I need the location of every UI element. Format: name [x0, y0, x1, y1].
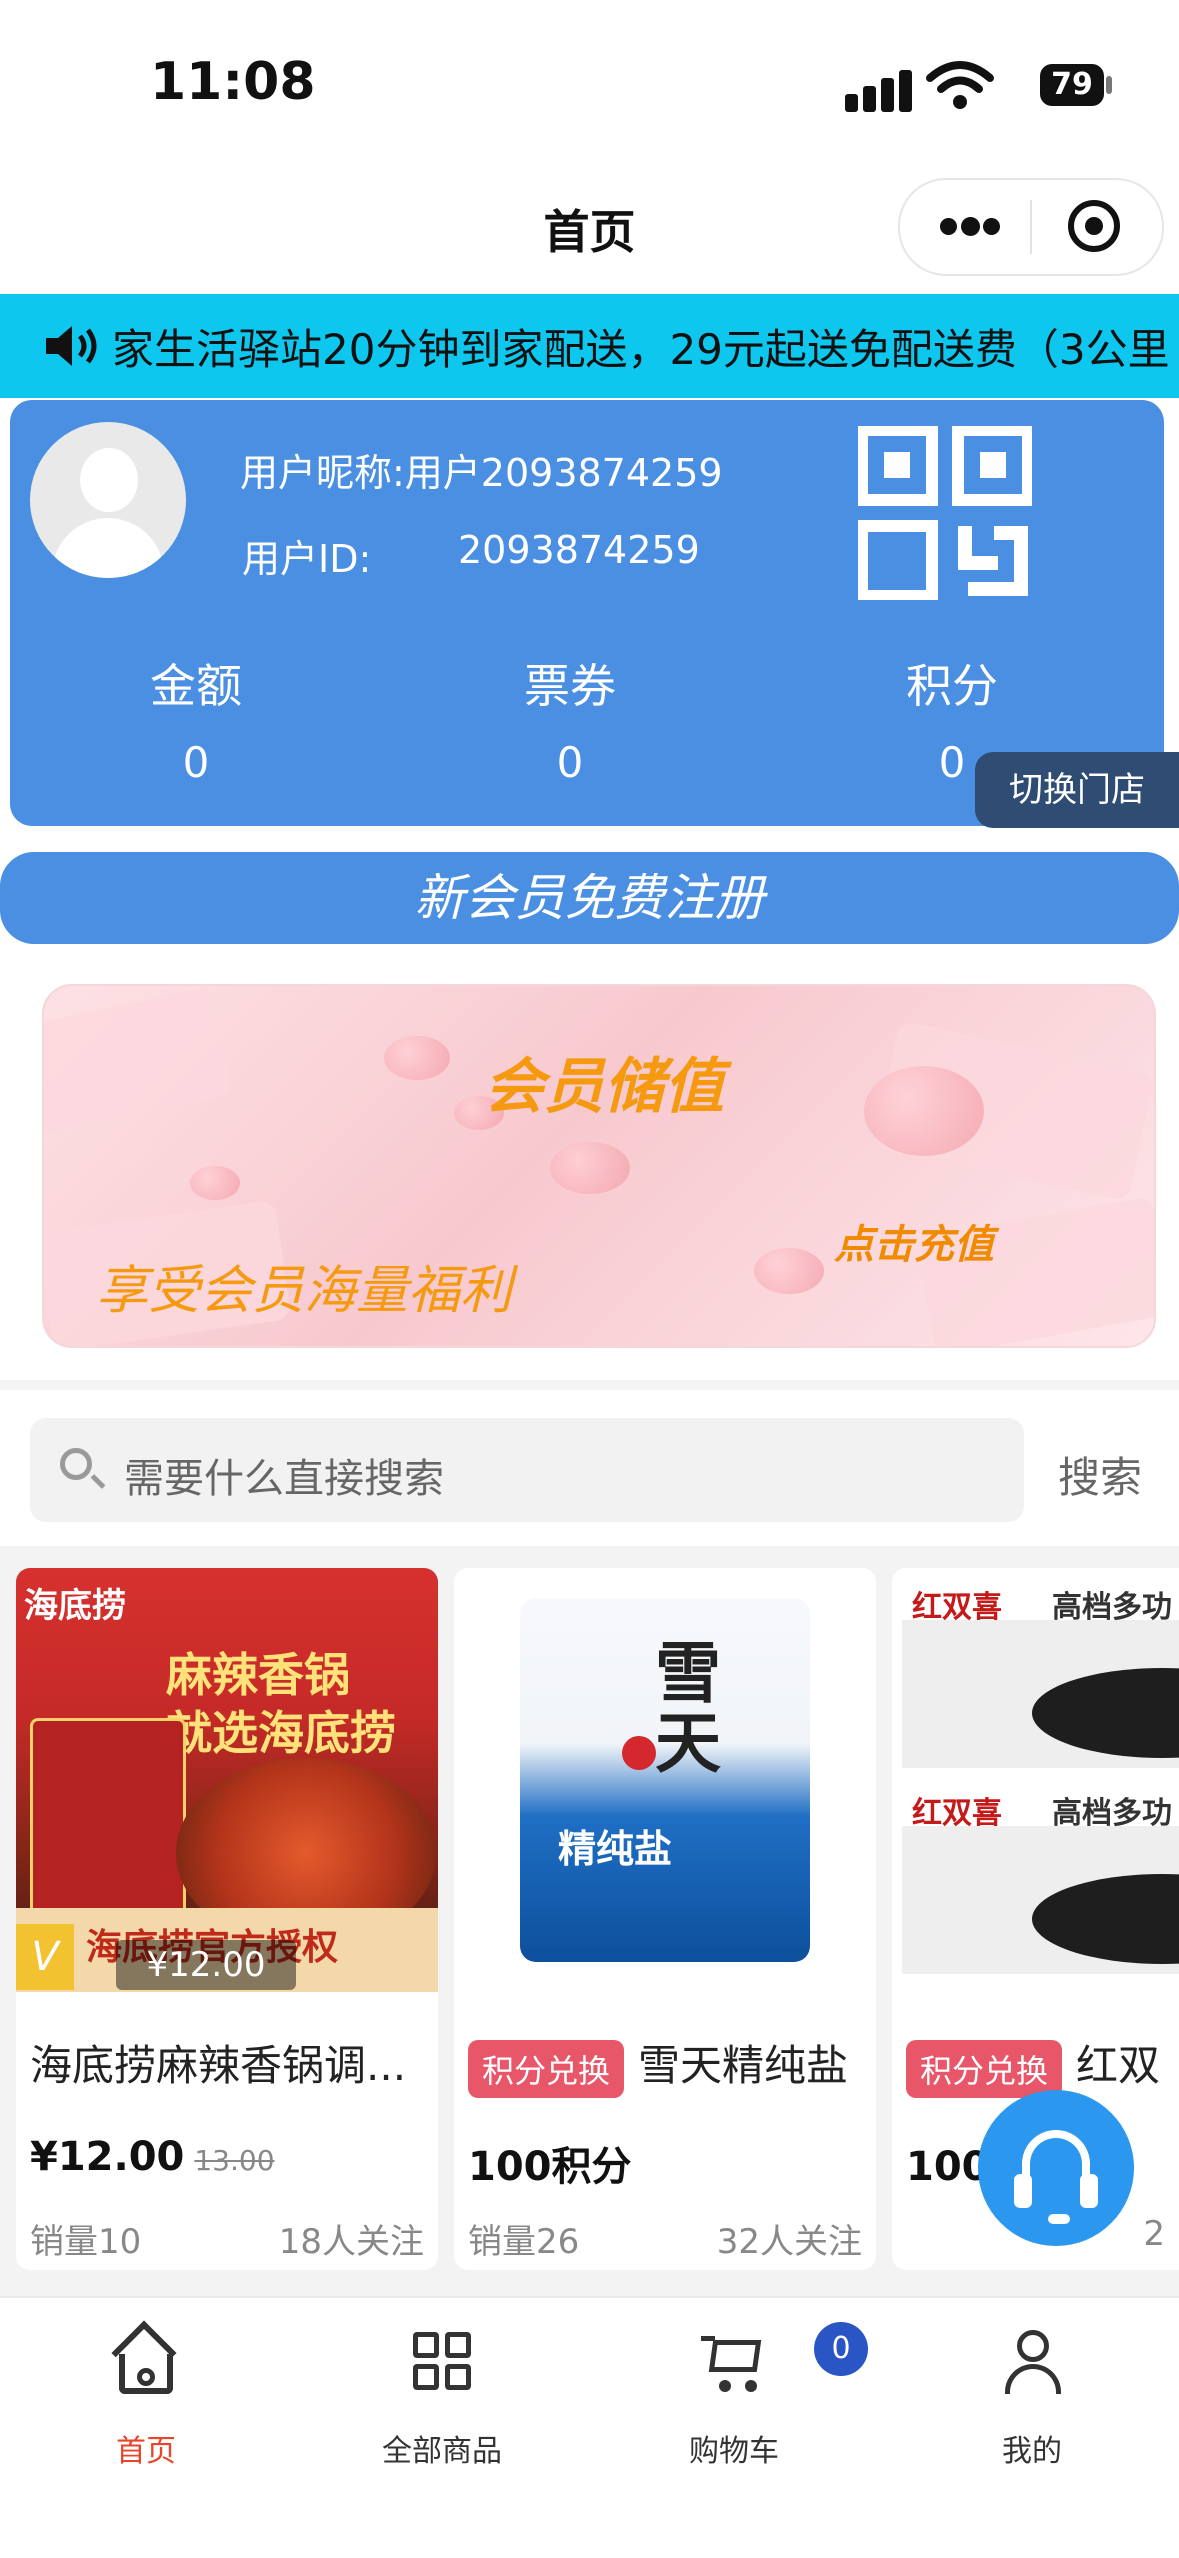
mini-program-capsule: [898, 178, 1164, 276]
switch-store-button[interactable]: 切换门店: [975, 752, 1179, 828]
qr-code-icon[interactable]: [858, 426, 1032, 600]
stat-label: 积分: [906, 659, 998, 713]
box-photo: 红双喜 高档多功: [902, 1784, 1179, 1974]
tab-mine[interactable]: 我的: [932, 2328, 1132, 2470]
close-miniprogram-icon[interactable]: [1068, 200, 1120, 252]
vip-badge: V: [16, 1924, 74, 1990]
avatar[interactable]: [30, 422, 186, 578]
image-slogan: 麻辣香锅 就选海底捞: [166, 1648, 396, 1760]
wifi-icon: [926, 61, 994, 109]
home-icon: [111, 2320, 179, 2394]
user-icon: [999, 2328, 1065, 2394]
search-placeholder: 需要什么直接搜索: [124, 1456, 444, 1502]
user-id-value: 2093874259: [458, 528, 700, 572]
grid-icon: [409, 2328, 475, 2394]
cart-count-badge: 0: [814, 2322, 868, 2376]
product-card[interactable]: 海底捞 麻辣香锅 就选海底捞 海底捞官方授权 V ¥12.00 海底捞麻辣香锅调.…: [16, 1568, 438, 2270]
product-card[interactable]: 雪天 精纯盐 积分兑换 雪天精纯盐 100积分 销量26 32人关注: [454, 1568, 876, 2270]
product-sales: 销量10: [30, 2222, 142, 2262]
price-overlay: ¥12.00: [116, 1940, 296, 1990]
stat-value: 0: [556, 738, 584, 787]
status-time: 11:08: [150, 52, 316, 112]
search-button[interactable]: 搜索: [1058, 1444, 1142, 1505]
product-package: [30, 1718, 186, 1924]
register-button[interactable]: 新会员免费注册: [0, 852, 1179, 944]
battery-icon: 79: [1040, 64, 1104, 106]
product-image: 雪天 精纯盐: [454, 1568, 876, 1992]
stat-label: 票券: [524, 659, 616, 713]
divider: [0, 1380, 1179, 1390]
search-input[interactable]: 需要什么直接搜索: [30, 1418, 1024, 1522]
product-name: 积分兑换 雪天精纯盐: [468, 2032, 848, 2098]
stat-label: 金额: [150, 659, 242, 713]
tab-all-products[interactable]: 全部商品: [342, 2328, 542, 2470]
points-exchange-tag: 积分兑换: [468, 2039, 625, 2098]
product-follow: 18人关注: [278, 2222, 424, 2262]
package-label: 精纯盐: [558, 1827, 673, 1871]
user-nickname: 用户昵称:用户2093874259: [240, 451, 723, 495]
tab-home[interactable]: 首页: [46, 2320, 246, 2470]
notice-bar: 家生活驿站20分钟到家配送，29元起送免配送费（3公里: [0, 294, 1179, 398]
banner-title: 会员储值: [484, 1052, 724, 1122]
stat-value: 0: [182, 738, 210, 787]
product-name: 海底捞麻辣香锅调...: [30, 2041, 407, 2090]
product-follow: 32人关注: [716, 2222, 862, 2262]
tab-bar: 首页 全部商品 购物车 我的: [0, 2296, 1179, 2558]
user-id-label: 用户ID:: [242, 537, 372, 581]
product-name: 积分兑换 红双: [906, 2032, 1160, 2098]
original-price: 13.00: [194, 2144, 275, 2177]
box-photo: 红双喜 高档多功: [902, 1578, 1179, 1768]
product-price: ¥12.00 13.00: [30, 2134, 275, 2180]
search-icon: [60, 1448, 92, 1480]
signal-icon: [845, 64, 935, 112]
product-image: 红双喜 高档多功 红双喜 高档多功: [892, 1568, 1179, 1992]
customer-service-button[interactable]: [978, 2090, 1134, 2246]
recharge-cta[interactable]: 点击充值: [834, 1212, 994, 1270]
product-image: 海底捞 麻辣香锅 就选海底捞 海底捞官方授权 V ¥12.00: [16, 1568, 438, 1992]
tab-label: 购物车: [689, 2434, 779, 2469]
tab-label: 首页: [116, 2434, 176, 2469]
tab-cart[interactable]: 购物车: [634, 2328, 834, 2470]
banner-subtitle: 享受会员海量福利: [96, 1261, 513, 1321]
speaker-icon: [46, 326, 97, 366]
points-exchange-tag: 积分兑换: [906, 2039, 1063, 2098]
stat-balance[interactable]: 金额 0: [86, 650, 306, 787]
notice-text: 家生活驿站20分钟到家配送，29元起送免配送费（3公里: [112, 325, 1170, 374]
tab-label: 我的: [1002, 2434, 1062, 2469]
brand-logo: 海底捞: [24, 1586, 126, 1626]
battery-cap: [1106, 76, 1112, 94]
product-follow: 2: [1143, 2214, 1165, 2254]
product-price: 100积分: [468, 2144, 632, 2190]
capsule-divider: [1030, 200, 1032, 254]
tab-label: 全部商品: [382, 2434, 502, 2469]
more-icon[interactable]: [940, 217, 1000, 236]
cart-icon: [701, 2328, 767, 2394]
stat-coupons[interactable]: 票券 0: [460, 650, 680, 787]
recharge-banner[interactable]: 会员储值 享受会员海量福利 点击充值: [42, 984, 1156, 1348]
red-seal: [622, 1736, 656, 1770]
product-sales: 销量26: [468, 2222, 580, 2262]
